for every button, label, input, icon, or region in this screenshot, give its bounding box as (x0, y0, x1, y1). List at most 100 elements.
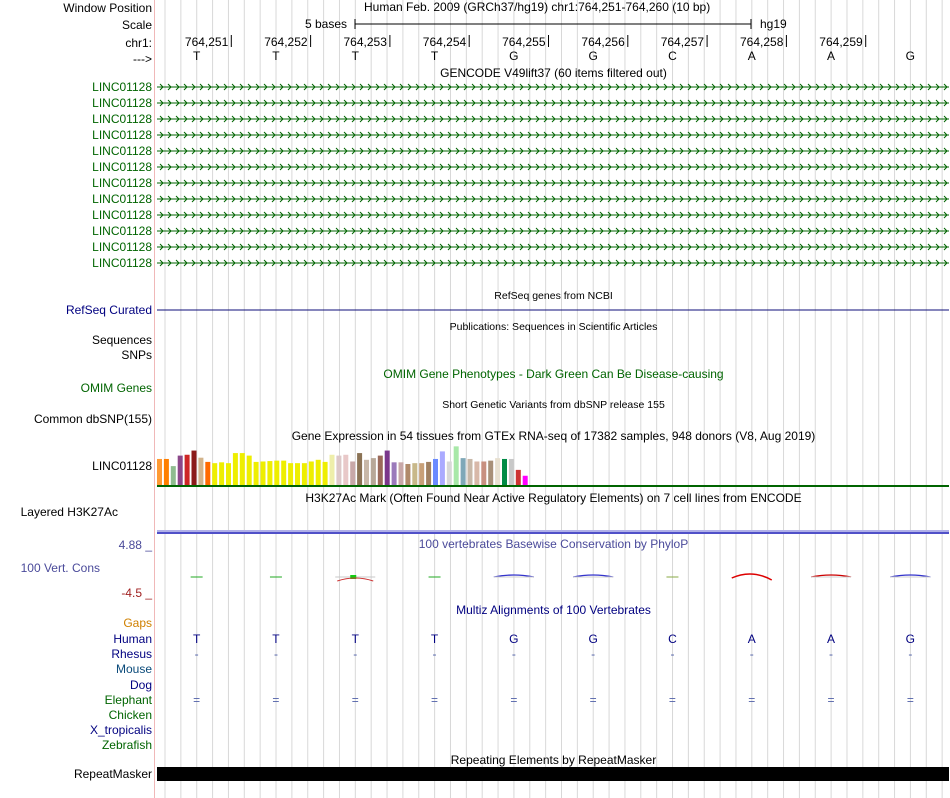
ruler-position-label: 764,254 (422, 35, 467, 49)
refseq-track-title[interactable]: RefSeq genes from NCBI (157, 289, 950, 304)
publications-snps-label[interactable]: SNPs (0, 348, 152, 363)
multiz-elephant-mark: = (510, 693, 518, 707)
dbsnp-track-title[interactable]: Short Genetic Variants from dbSNP releas… (157, 398, 950, 413)
multiz-human-base: T (351, 632, 359, 646)
h3k27ac-band (157, 532, 949, 534)
multiz-rhesus-mark: - (591, 647, 596, 661)
multiz-rhesus-mark: - (273, 647, 278, 661)
multiz-rhesus-mark: - (353, 647, 358, 661)
ruler-base: T (351, 49, 359, 63)
gtex-tissue-bar (226, 463, 231, 485)
multiz-species-label[interactable]: Zebrafish (0, 738, 152, 753)
multiz-human-base: A (747, 632, 756, 646)
multiz-rhesus-mark: - (194, 647, 199, 661)
gtex-tissue-bar (474, 461, 480, 485)
multiz-species-label[interactable]: Mouse (0, 662, 152, 677)
repeatmasker-track-label[interactable]: RepeatMasker (0, 767, 152, 782)
gencode-track-title[interactable]: GENCODE V49lift37 (60 items filtered out… (157, 66, 950, 81)
ruler-base: A (827, 49, 836, 63)
multiz-elephant-mark: = (589, 693, 597, 707)
multiz-rhesus-mark: - (670, 647, 675, 661)
omim-track-title[interactable]: OMIM Gene Phenotypes - Dark Green Can Be… (157, 367, 950, 382)
gtex-tissue-bar (460, 458, 466, 485)
gencode-gene-label[interactable]: LINC01128 (0, 240, 152, 255)
multiz-species-label[interactable]: Human (0, 632, 152, 647)
gencode-gene-label[interactable]: LINC01128 (0, 128, 152, 143)
gtex-tissue-bar (170, 466, 176, 485)
gtex-tissue-bar (377, 455, 383, 485)
gtex-tissue-bar (350, 461, 356, 485)
h3k27ac-track-label[interactable]: Layered H3K27Ac (0, 505, 118, 520)
gtex-tissue-bar (177, 455, 183, 485)
gtex-tissue-bar (522, 475, 528, 485)
gencode-gene-label[interactable]: LINC01128 (0, 112, 152, 127)
gtex-tissue-bar (308, 461, 314, 485)
gtex-tissue-bar (336, 455, 342, 485)
conservation-min-label: -4.5 _ (121, 586, 152, 600)
gtex-track-title[interactable]: Gene Expression in 54 tissues from GTEx … (157, 429, 950, 444)
multiz-elephant-mark: = (193, 693, 201, 707)
ruler-position-label: 764,255 (502, 35, 546, 49)
multiz-human-base: G (588, 632, 598, 646)
ruler-base: C (668, 49, 677, 63)
gencode-gene-label[interactable]: LINC01128 (0, 224, 152, 239)
multiz-human-base: T (272, 632, 280, 646)
multiz-rhesus-mark: - (829, 647, 834, 661)
omim-track-label[interactable]: OMIM Genes (0, 381, 152, 396)
h3k27ac-band (157, 530, 949, 532)
gtex-gene-label[interactable]: LINC01128 (0, 459, 152, 474)
ruler-position-label: 764,253 (343, 35, 387, 49)
multiz-species-label[interactable]: X_tropicalis (0, 723, 152, 738)
ruler-position-label: 764,259 (819, 35, 863, 49)
multiz-species-label[interactable]: Rhesus (0, 647, 152, 662)
gtex-tissue-bar (364, 459, 369, 485)
multiz-elephant-mark: = (827, 693, 835, 707)
multiz-elephant-mark: = (748, 693, 756, 707)
gtex-tissue-bar (398, 462, 404, 485)
gtex-tissue-bar (205, 461, 211, 485)
conservation-track-title[interactable]: 100 vertebrates Basewise Conservation by… (157, 537, 950, 552)
database-label: hg19 (760, 17, 787, 31)
gencode-gene-label[interactable]: LINC01128 (0, 192, 152, 207)
multiz-species-label[interactable]: Chicken (0, 708, 152, 723)
gencode-gene-label[interactable]: LINC01128 (0, 208, 152, 223)
repeatmasker-track-title[interactable]: Repeating Elements by RepeatMasker (157, 753, 950, 768)
gtex-tissue-bar (412, 463, 418, 485)
gtex-tissue-bar (281, 460, 287, 485)
multiz-gaps-label: Gaps (123, 616, 152, 630)
gtex-tissue-bar (426, 461, 432, 485)
gtex-tissue-bar (467, 458, 473, 485)
ruler-base: T (192, 49, 201, 63)
repeatmasker-element-bar (157, 767, 949, 781)
multiz-species-label[interactable]: Dog (0, 678, 152, 693)
gtex-tissue-bar (315, 459, 321, 485)
ruler-base: G (588, 49, 598, 63)
gtex-tissue-bar (219, 462, 225, 485)
gencode-gene-label[interactable]: LINC01128 (0, 160, 152, 175)
conservation-track-label[interactable]: 100 Vert. Cons (0, 561, 100, 576)
gencode-gene-label[interactable]: LINC01128 (0, 256, 152, 271)
publications-sequences-label[interactable]: Sequences (0, 333, 152, 348)
gencode-gene-label[interactable]: LINC01128 (0, 80, 152, 95)
refseq-track-label[interactable]: RefSeq Curated (0, 303, 152, 318)
multiz-track-title[interactable]: Multiz Alignments of 100 Vertebrates (157, 603, 950, 618)
gtex-tissue-bar (253, 461, 259, 485)
ruler-position-label: 764,258 (740, 35, 784, 49)
assembly-position-title: Human Feb. 2009 (GRCh37/hg19) chr1:764,2… (364, 0, 711, 14)
multiz-rhesus-mark: - (511, 647, 516, 661)
publications-track-title[interactable]: Publications: Sequences in Scientific Ar… (157, 320, 950, 335)
multiz-species-label[interactable]: Elephant (0, 693, 152, 708)
gencode-gene-label[interactable]: LINC01128 (0, 96, 152, 111)
ruler-position-label: 764,257 (660, 35, 705, 49)
dbsnp-track-label[interactable]: Common dbSNP(155) (0, 412, 152, 427)
gtex-tissue-bar (198, 457, 204, 485)
gencode-gene-label[interactable]: LINC01128 (0, 144, 152, 159)
h3k27ac-track-title[interactable]: H3K27Ac Mark (Often Found Near Active Re… (157, 491, 950, 506)
gtex-tissue-bar (433, 458, 438, 485)
gtex-tissue-bar (157, 458, 162, 485)
gtex-tissue-bar (329, 454, 335, 485)
conservation-max-label: 4.88 _ (118, 538, 152, 552)
multiz-rhesus-mark: - (749, 647, 754, 661)
gtex-tissue-bar (391, 462, 397, 485)
gencode-gene-label[interactable]: LINC01128 (0, 176, 152, 191)
